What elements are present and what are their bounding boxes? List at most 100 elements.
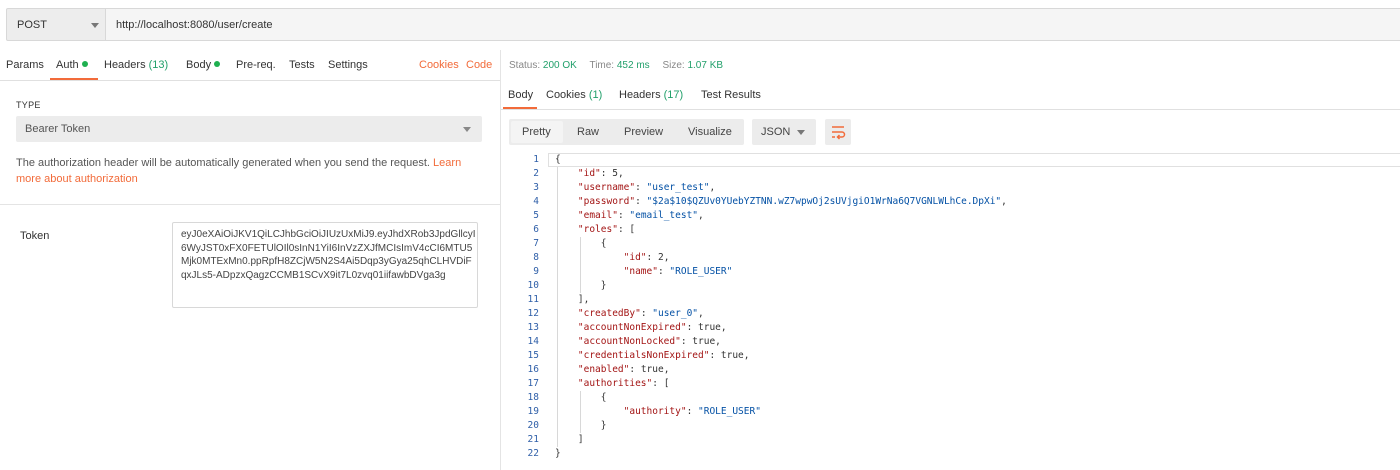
resp-tab-body[interactable]: Body [508, 89, 533, 101]
line-number: 18 [527, 392, 539, 403]
token-label: Token [20, 230, 50, 242]
code-line: 14 "accountNonLocked": true, [501, 335, 1400, 349]
auth-type-value: Bearer Token [25, 123, 91, 135]
wrap-lines-button[interactable] [825, 119, 851, 145]
wrap-lines-icon [832, 126, 846, 140]
line-number: 12 [527, 308, 539, 319]
tab-params[interactable]: Params [6, 59, 44, 71]
code-text: "password": "$2a$10$QZUv0YUebYZTNN.wZ7wp… [577, 196, 1007, 207]
auth-type-select[interactable]: Bearer Token [16, 116, 482, 142]
code-text: "name": "ROLE_USER" [623, 266, 733, 277]
code-line: 17 "authorities": [ [501, 377, 1400, 391]
line-number: 14 [527, 336, 539, 347]
code-text: "accountNonLocked": true, [577, 336, 721, 347]
code-text: "createdBy": "user_0", [577, 308, 704, 319]
method-label: POST [17, 19, 47, 31]
indent-guide [579, 237, 581, 293]
tab-auth-label: Auth [56, 59, 79, 71]
tab-auth[interactable]: Auth [56, 59, 88, 71]
tab-headers-label: Headers [104, 59, 146, 71]
format-select[interactable]: JSON [752, 119, 816, 145]
line-number: 15 [527, 350, 539, 361]
code-line: 15 "credentialsNonExpired": true, [501, 349, 1400, 363]
url-input[interactable]: http://localhost:8080/user/create [106, 8, 1400, 41]
code-line: 18 { [501, 391, 1400, 405]
resp-tab-headers[interactable]: Headers (17) [619, 89, 683, 101]
auth-note: The authorization header will be automat… [16, 155, 476, 187]
resp-tab-test-results-label: Test Results [701, 89, 761, 101]
code-line: 7 { [501, 237, 1400, 251]
url-text: http://localhost:8080/user/create [116, 19, 273, 31]
resp-tab-cookies-count: (1) [588, 89, 603, 101]
response-tabs: Body Cookies (1) Headers (17) Test Resul… [501, 80, 1400, 110]
code-text: "enabled": true, [577, 364, 670, 375]
resp-tab-body-label: Body [508, 89, 534, 101]
tab-tests-label: Tests [289, 59, 315, 71]
line-number: 10 [527, 280, 539, 291]
line-number: 5 [533, 210, 539, 221]
token-input[interactable]: eyJ0eXAiOiJKV1QiLCJhbGciOiJIUzUxMiJ9.eyJ… [172, 222, 478, 308]
tab-settings[interactable]: Settings [328, 59, 368, 71]
line-number: 19 [527, 406, 539, 417]
code-line: 10 } [501, 279, 1400, 293]
cookies-link[interactable]: Cookies [419, 59, 459, 71]
line-number: 6 [533, 224, 539, 235]
code-line: 1{ [501, 153, 1400, 167]
section-divider [0, 204, 500, 205]
code-text: "id": 2, [623, 252, 670, 263]
raw-button[interactable]: Raw [577, 126, 599, 138]
time-label: Time: [589, 60, 615, 71]
code-line: 16 "enabled": true, [501, 363, 1400, 377]
line-number: 4 [533, 196, 539, 207]
code-text: { [555, 154, 561, 165]
visualize-button[interactable]: Visualize [688, 126, 732, 138]
code-text: "accountNonExpired": true, [577, 322, 727, 333]
tab-body[interactable]: Body [186, 59, 221, 71]
code-link[interactable]: Code [466, 59, 492, 71]
code-line: 8 "id": 2, [501, 251, 1400, 265]
code-text: "username": "user_test", [577, 182, 716, 193]
size-value: 1.07 KB [687, 60, 724, 71]
tab-settings-label: Settings [328, 59, 368, 71]
response-body-editor[interactable]: 1{2 "id": 5, 3 "username": "user_test", 4 … [501, 152, 1400, 470]
code-line: 11 ], [501, 293, 1400, 307]
line-number: 9 [533, 266, 539, 277]
method-select[interactable]: POST [6, 8, 106, 41]
active-tab-indicator [50, 78, 98, 80]
status-label: Status: [509, 60, 541, 71]
code-text: "id": 5, [577, 168, 624, 179]
tab-body-label: Body [186, 59, 212, 71]
code-line: 4 "password": "$2a$10$QZUv0YUebYZTNN.wZ7… [501, 195, 1400, 209]
line-number: 2 [533, 168, 539, 179]
auth-note-text: The authorization header will be automat… [16, 157, 430, 169]
line-number: 8 [533, 252, 539, 263]
line-number: 1 [533, 154, 539, 165]
code-text: ], [555, 294, 590, 305]
code-text: "authority": "ROLE_USER" [623, 406, 761, 417]
line-number: 17 [527, 378, 539, 389]
resp-tab-cookies[interactable]: Cookies (1) [546, 89, 602, 101]
request-bar: POST http://localhost:8080/user/create [0, 0, 1400, 50]
code-line: 13 "accountNonExpired": true, [501, 321, 1400, 335]
format-value: JSON [761, 126, 791, 138]
tab-tests[interactable]: Tests [289, 59, 315, 71]
line-number: 22 [527, 448, 539, 459]
line-number: 20 [527, 420, 539, 431]
preview-button[interactable]: Preview [624, 126, 663, 138]
code-line: 12 "createdBy": "user_0", [501, 307, 1400, 321]
code-text: } [555, 448, 561, 459]
tab-headers-count: (13) [148, 59, 169, 71]
active-dot-icon [214, 61, 221, 67]
resp-tab-test-results[interactable]: Test Results [701, 89, 761, 101]
line-number: 16 [527, 364, 539, 375]
tab-prereq[interactable]: Pre-req. [236, 59, 276, 71]
size-label: Size: [662, 60, 685, 71]
tab-prereq-label: Pre-req. [236, 59, 276, 71]
auth-type-label: TYPE [16, 100, 41, 110]
tab-headers[interactable]: Headers (13) [104, 59, 168, 71]
chevron-down-icon [797, 130, 805, 135]
line-number: 3 [533, 182, 539, 193]
chevron-down-icon [91, 23, 99, 28]
pretty-button[interactable]: Pretty [522, 126, 551, 138]
code-text: "credentialsNonExpired": true, [577, 350, 750, 361]
